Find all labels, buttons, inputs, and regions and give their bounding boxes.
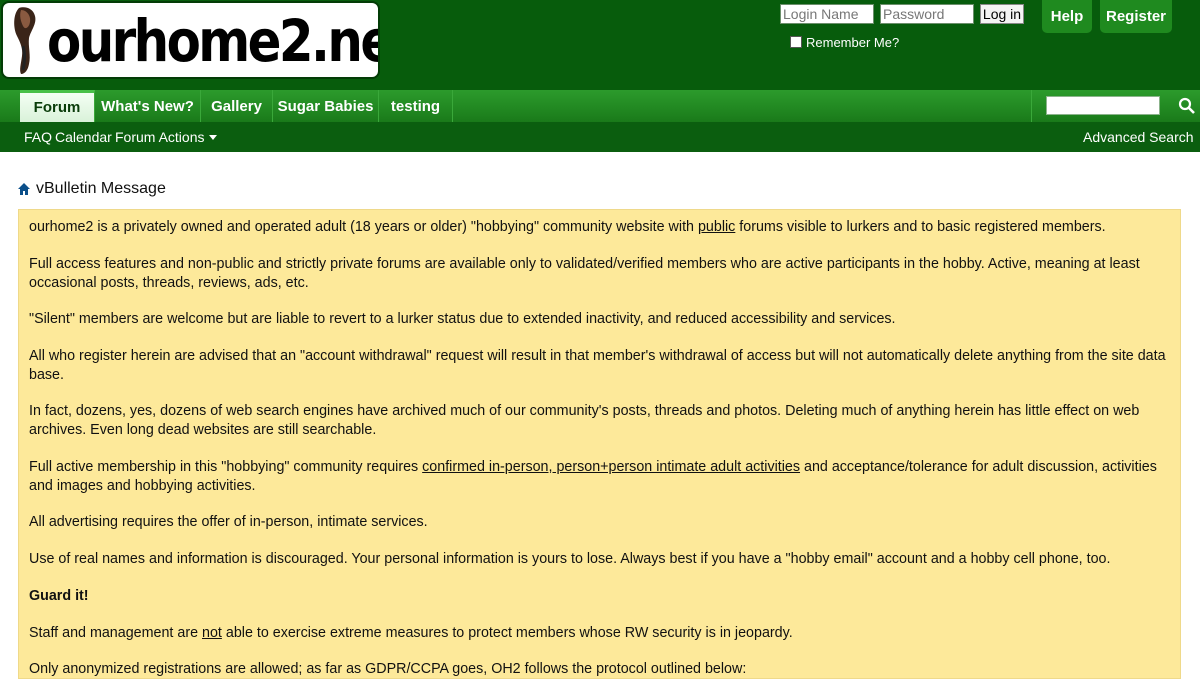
paragraph-text: Staff and management are <box>29 625 203 641</box>
message-paragraph: Staff and management are not able to exe… <box>29 624 1169 643</box>
tab-gallery[interactable]: Gallery <box>201 90 273 122</box>
message-paragraph: In fact, dozens, yes, dozens of web sear… <box>29 403 1140 438</box>
forum-actions-label: Forum Actions <box>115 129 205 145</box>
dropdown-arrow-icon <box>209 135 218 140</box>
tab-forum[interactable]: Forum <box>20 90 95 122</box>
paragraph-text: ourhome2 is a privately owned and operat… <box>29 219 698 235</box>
remember-me-checkbox[interactable]: Remember Me? <box>790 34 899 50</box>
search-button[interactable] <box>1178 96 1196 116</box>
message-paragraph: All advertising requires the offer of in… <box>29 514 428 530</box>
message-heading: Guard it! <box>29 588 89 604</box>
remember-me-label: Remember Me? <box>806 34 900 50</box>
subnav-forum-actions[interactable]: Forum Actions <box>115 122 218 152</box>
login-name-input[interactable] <box>780 4 874 24</box>
message-paragraph: Use of real names and information is dis… <box>29 551 1111 567</box>
public-link[interactable]: public <box>698 219 735 235</box>
page-title: vBulletin Message <box>36 180 166 197</box>
search-icon <box>1178 97 1195 114</box>
message-paragraph: Full access features and non-public and … <box>29 256 1140 291</box>
message-paragraph: Only anonymized registrations are allowe… <box>29 661 747 677</box>
content-top-spacer <box>0 152 1200 166</box>
logo-text: ourhome2.net <box>47 7 380 75</box>
nav-divider <box>1031 90 1032 122</box>
help-button[interactable]: Help <box>1042 0 1092 33</box>
register-button[interactable]: Register <box>1100 0 1172 33</box>
checkbox-box[interactable] <box>790 36 802 48</box>
paragraph-text: forums visible to lurkers and to basic r… <box>735 219 1106 235</box>
tab-whats-new[interactable]: What's New? <box>95 90 201 122</box>
login-button[interactable]: Log in <box>980 4 1024 24</box>
message-paragraph: "Silent" members are welcome but are lia… <box>29 311 896 327</box>
sub-navbar: FAQ Calendar Forum Actions Advanced Sear… <box>0 122 1200 152</box>
breadcrumb: vBulletin Message <box>18 180 166 198</box>
message-paragraph: Full active membership in this "hobbying… <box>29 458 1169 495</box>
message-paragraph: ourhome2 is a privately owned and operat… <box>29 218 1169 237</box>
subnav-calendar[interactable]: Calendar <box>55 122 112 152</box>
message-paragraph: All who register herein are advised that… <box>29 348 1166 383</box>
paragraph-text: able to exercise extreme measures to pro… <box>221 625 793 641</box>
logo-figure-icon <box>14 7 36 74</box>
tab-sugar-babies[interactable]: Sugar Babies <box>273 90 379 122</box>
tab-testing[interactable]: testing <box>379 90 453 122</box>
main-navbar: Forum What's New? Gallery Sugar Babies t… <box>0 90 1200 122</box>
password-input[interactable] <box>880 4 974 24</box>
search-input[interactable] <box>1046 96 1160 115</box>
paragraph-text: Full active membership in this "hobbying… <box>29 459 423 475</box>
home-icon[interactable] <box>18 183 30 195</box>
activities-link[interactable]: confirmed in-person, person+person intim… <box>422 459 800 475</box>
message-box: ourhome2 is a privately owned and operat… <box>18 209 1181 679</box>
subnav-faq[interactable]: FAQ <box>24 122 52 152</box>
not-emphasis: not <box>202 625 222 641</box>
site-logo[interactable]: ourhome2.net <box>1 1 380 79</box>
subnav-advanced-search[interactable]: Advanced Search <box>1083 122 1194 152</box>
